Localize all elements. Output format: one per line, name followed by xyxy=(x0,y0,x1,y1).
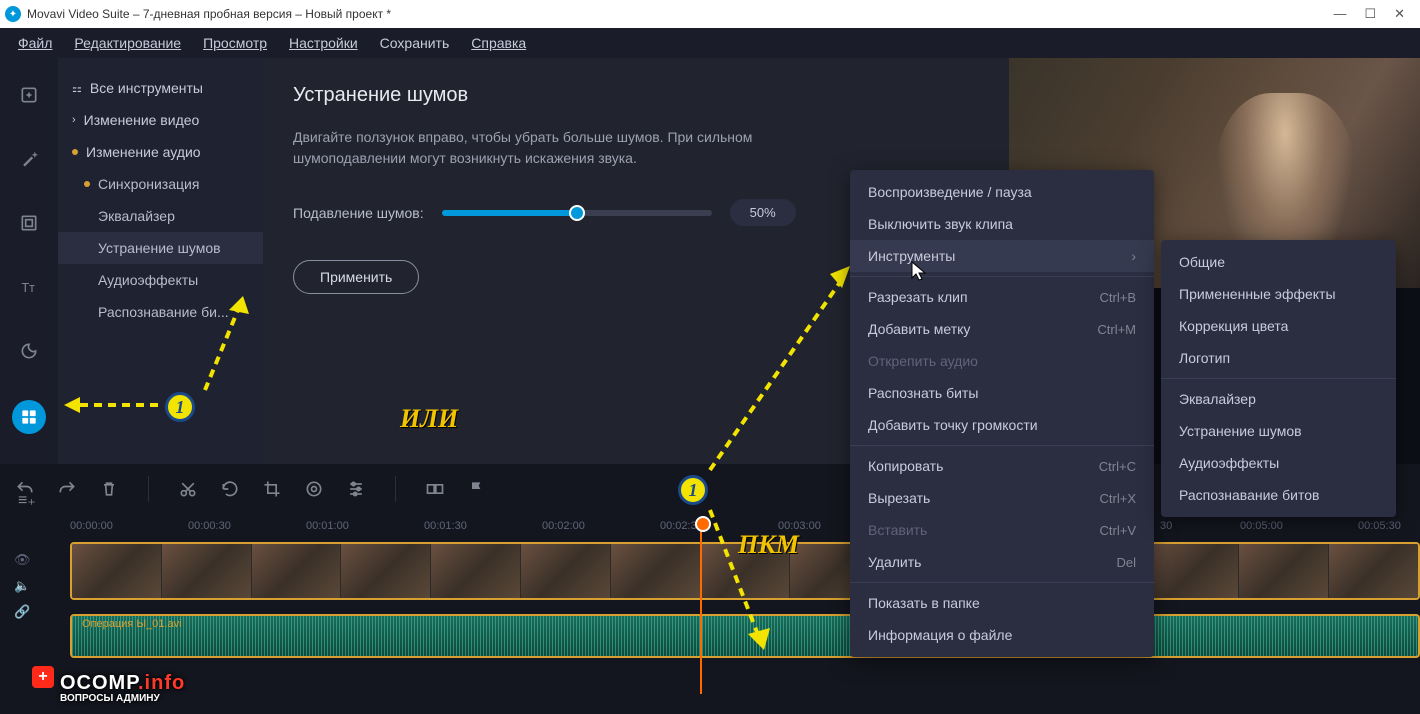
redo-icon[interactable] xyxy=(54,476,80,502)
rotate-icon[interactable] xyxy=(217,476,243,502)
ctx-volume[interactable]: Добавить точку громкости xyxy=(850,409,1154,441)
sub-color[interactable]: Коррекция цвета xyxy=(1161,310,1396,342)
delete-icon[interactable] xyxy=(96,476,122,502)
track-visibility-icon[interactable]: 👁 xyxy=(14,550,31,570)
window-title: Movavi Video Suite – 7-дневная пробная в… xyxy=(27,7,391,21)
close-button[interactable]: ✕ xyxy=(1394,6,1405,22)
sub-noise[interactable]: Устранение шумов xyxy=(1161,415,1396,447)
sub-eq[interactable]: Эквалайзер xyxy=(1161,383,1396,415)
slider-label: Подавление шумов: xyxy=(293,205,424,221)
cut-icon[interactable] xyxy=(175,476,201,502)
tool-audio[interactable]: Изменение аудио xyxy=(58,136,263,168)
ctx-detach: Открепить аудио xyxy=(850,345,1154,377)
ctx-folder[interactable]: Показать в папке xyxy=(850,587,1154,619)
tool-eq[interactable]: Эквалайзер xyxy=(58,200,263,232)
marker-1b: 1 xyxy=(678,475,708,505)
anno-or: ИЛИ xyxy=(400,404,458,434)
ctx-copy[interactable]: КопироватьCtrl+C xyxy=(850,450,1154,482)
arrow-1a-icon xyxy=(58,390,168,420)
ctx-split[interactable]: Разрезать клипCtrl+B xyxy=(850,281,1154,313)
chevron-right-icon: › xyxy=(1131,248,1136,264)
app-icon: ✦ xyxy=(5,6,21,22)
rail-wand-icon[interactable] xyxy=(14,144,44,174)
ctx-play[interactable]: Воспроизведение / пауза xyxy=(850,176,1154,208)
tool-all[interactable]: ⚏Все инструменты xyxy=(58,72,263,104)
cursor-icon xyxy=(910,260,928,282)
menu-save[interactable]: Сохранить xyxy=(380,35,450,51)
ctx-info[interactable]: Информация о файле xyxy=(850,619,1154,651)
ctx-mute[interactable]: Выключить звук клипа xyxy=(850,208,1154,240)
menu-file[interactable]: Файл xyxy=(18,35,52,51)
menu-settings[interactable]: Настройки xyxy=(289,35,358,51)
track-link-icon[interactable]: 🔗 xyxy=(14,602,31,622)
arrow-tools-icon xyxy=(700,260,860,480)
tool-noise[interactable]: Устранение шумов xyxy=(58,232,263,264)
anno-rmb: ПКМ xyxy=(738,530,799,560)
audio-clip-label: Операция Ы_01.avi xyxy=(82,618,182,630)
tool-sync[interactable]: Синхронизация xyxy=(58,168,263,200)
rail-add-icon[interactable] xyxy=(14,80,44,110)
arrow-1b-icon xyxy=(195,290,255,400)
menu-edit[interactable]: Редактирование xyxy=(74,35,181,51)
rail-moon-icon[interactable] xyxy=(14,336,44,366)
menu-help[interactable]: Справка xyxy=(471,35,526,51)
track-mute-icon[interactable]: 🔈 xyxy=(14,576,31,596)
transition-icon[interactable] xyxy=(422,476,448,502)
panel-desc: Двигайте ползунок вправо, чтобы убрать б… xyxy=(293,127,813,169)
crop-icon[interactable] xyxy=(259,476,285,502)
slider-value: 50% xyxy=(730,199,796,226)
ctx-del[interactable]: УдалитьDel xyxy=(850,546,1154,578)
tool-video[interactable]: ›Изменение видео xyxy=(58,104,263,136)
svg-text:Tт: Tт xyxy=(22,281,36,295)
ctx-paste: ВставитьCtrl+V xyxy=(850,514,1154,546)
ctx-cut[interactable]: ВырезатьCtrl+X xyxy=(850,482,1154,514)
rail-text-icon[interactable]: Tт xyxy=(14,272,44,302)
menu-bar: Файл Редактирование Просмотр Настройки С… xyxy=(0,28,1420,58)
tool-rail: Tт xyxy=(0,58,58,464)
sub-logo[interactable]: Логотип xyxy=(1161,342,1396,374)
sub-common[interactable]: Общие xyxy=(1161,246,1396,278)
sub-applied[interactable]: Примененные эффекты xyxy=(1161,278,1396,310)
adjust-icon[interactable] xyxy=(343,476,369,502)
menu-view[interactable]: Просмотр xyxy=(203,35,267,51)
context-menu-tools: Общие Примененные эффекты Коррекция цвет… xyxy=(1161,240,1396,517)
watermark: OCOMP.info ВОПРОСЫ АДМИНУ xyxy=(60,672,185,704)
ctx-tools[interactable]: Инструменты› xyxy=(850,240,1154,272)
slider-thumb[interactable] xyxy=(569,205,585,221)
sub-afx[interactable]: Аудиоэффекты xyxy=(1161,447,1396,479)
arrow-down-icon xyxy=(700,500,780,660)
watermark-cross-icon: + xyxy=(32,666,54,688)
ctx-marker[interactable]: Добавить меткуCtrl+M xyxy=(850,313,1154,345)
rail-aspect-icon[interactable] xyxy=(14,208,44,238)
panel-title: Устранение шумов xyxy=(293,84,979,107)
apply-button[interactable]: Применить xyxy=(293,260,419,294)
maximize-button[interactable]: ☐ xyxy=(1364,6,1376,22)
noise-slider[interactable] xyxy=(442,210,712,216)
context-menu-main: Воспроизведение / пауза Выключить звук к… xyxy=(850,170,1154,657)
rail-more-icon[interactable] xyxy=(12,400,46,434)
minimize-button[interactable]: — xyxy=(1333,6,1346,22)
color-icon[interactable] xyxy=(301,476,327,502)
window-titlebar: ✦ Movavi Video Suite – 7-дневная пробная… xyxy=(0,0,1420,28)
ctx-beats[interactable]: Распознать биты xyxy=(850,377,1154,409)
sub-beat[interactable]: Распознавание битов xyxy=(1161,479,1396,511)
marker-1a: 1 xyxy=(165,392,195,422)
add-track-icon[interactable]: ≡₊ xyxy=(18,490,36,510)
flag-icon[interactable] xyxy=(464,476,490,502)
